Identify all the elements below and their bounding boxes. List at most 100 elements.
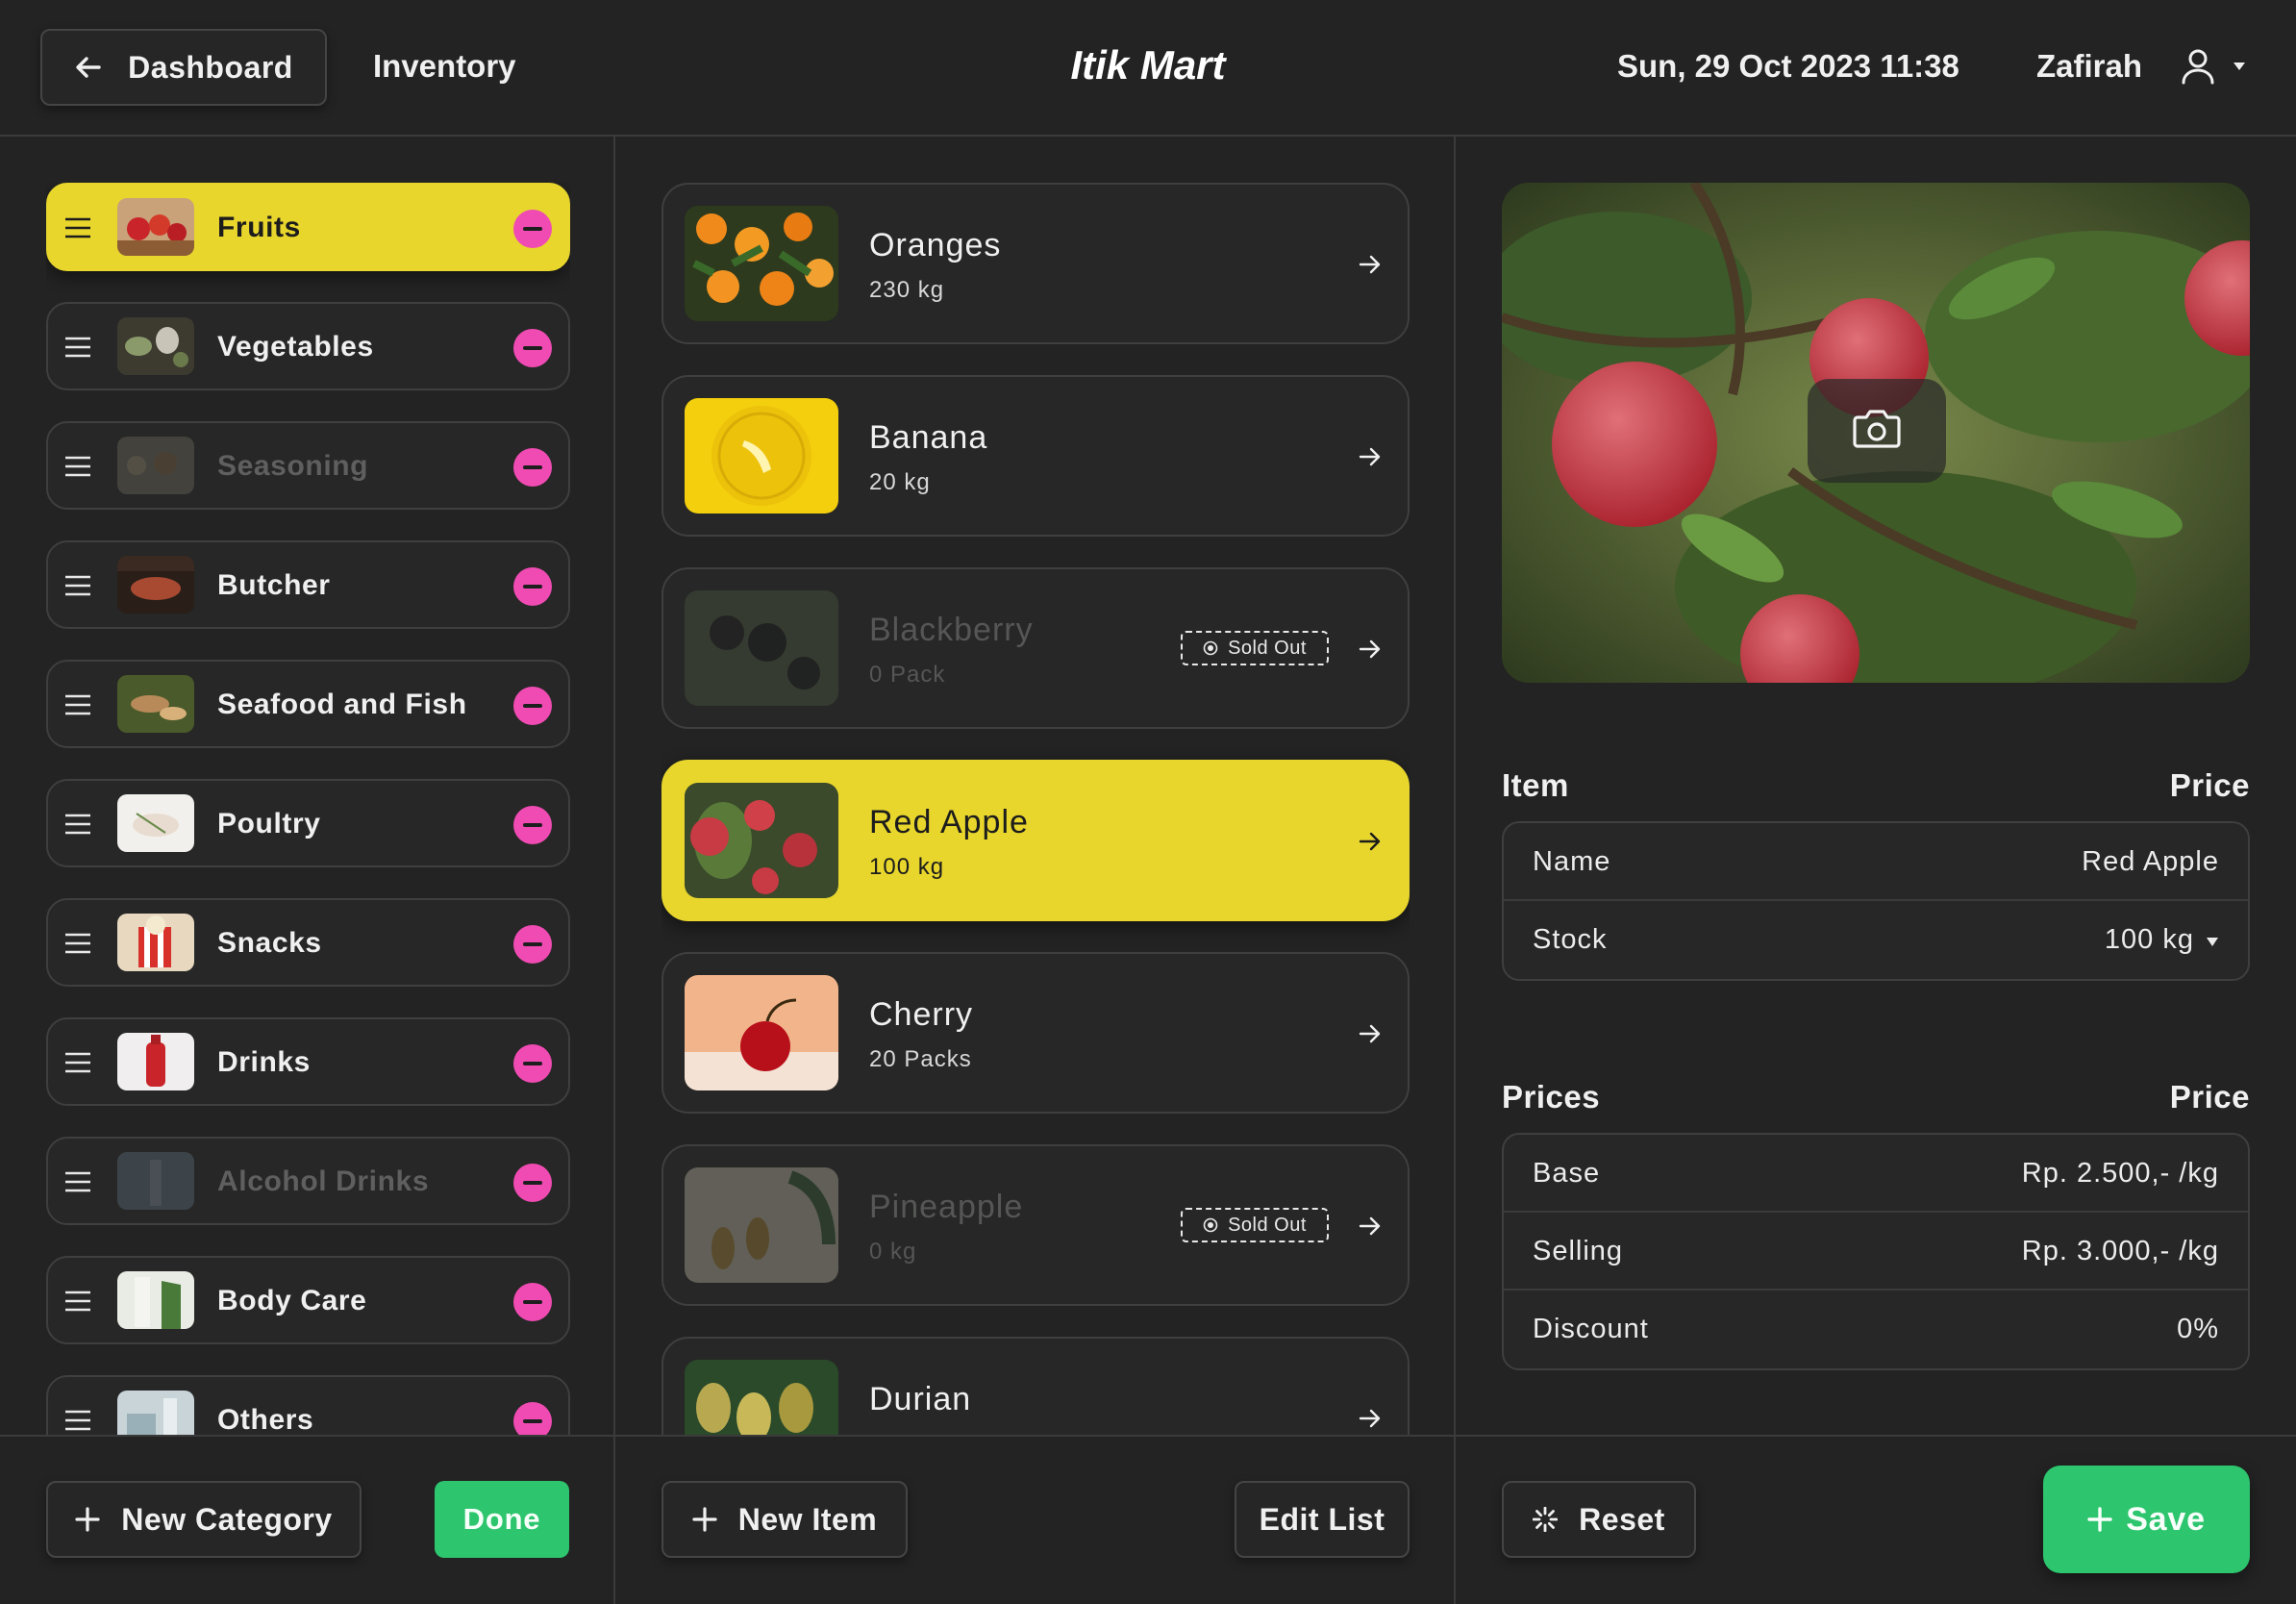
drag-handle-icon[interactable] — [65, 217, 90, 238]
item-card-oranges[interactable]: Oranges 230 kg — [661, 183, 1410, 344]
arrow-right-icon[interactable] — [1358, 1214, 1383, 1239]
remove-icon[interactable] — [513, 210, 552, 248]
item-quantity: 0 kg — [869, 1239, 917, 1265]
drag-handle-icon[interactable] — [65, 337, 90, 358]
name-value[interactable]: Red Apple — [2082, 846, 2219, 878]
discount-row[interactable]: Discount 0% — [1504, 1291, 2248, 1368]
base-price-value[interactable]: Rp. 2.500,- /kg — [2022, 1158, 2219, 1190]
category-item-fruits[interactable]: Fruits — [46, 183, 570, 271]
category-thumbnail — [117, 1152, 194, 1210]
done-button[interactable]: Done — [435, 1481, 569, 1558]
drag-handle-icon[interactable] — [65, 814, 90, 835]
arrow-right-icon[interactable] — [1358, 444, 1383, 469]
category-label: Seafood and Fish — [217, 689, 467, 720]
arrow-right-icon[interactable] — [1358, 1021, 1383, 1046]
selling-price-row[interactable]: Selling Rp. 3.000,- /kg — [1504, 1213, 2248, 1291]
prices-section-column-label: Price — [2169, 1079, 2250, 1115]
category-item-others[interactable]: Others — [46, 1375, 570, 1435]
category-label: Poultry — [217, 808, 321, 840]
change-photo-button[interactable] — [1808, 379, 1946, 483]
item-thumbnail — [685, 783, 838, 898]
new-item-label: New Item — [737, 1501, 878, 1537]
arrow-right-icon[interactable] — [1358, 252, 1383, 277]
arrow-right-icon[interactable] — [1358, 637, 1383, 662]
item-name: Cherry — [869, 996, 974, 1033]
category-thumbnail — [117, 317, 194, 375]
remove-icon[interactable] — [513, 687, 552, 725]
stock-row[interactable]: Stock 100 kg — [1504, 901, 2248, 979]
category-label: Body Care — [217, 1285, 367, 1316]
name-row[interactable]: Name Red Apple — [1504, 823, 2248, 901]
prices-table: Base Rp. 2.500,- /kg Selling Rp. 3.000,-… — [1502, 1133, 2250, 1370]
category-item-body-care[interactable]: Body Care — [46, 1256, 570, 1344]
drag-handle-icon[interactable] — [65, 1171, 90, 1192]
drag-handle-icon[interactable] — [65, 1410, 90, 1431]
user-icon[interactable] — [2181, 48, 2215, 85]
item-card-red-apple[interactable]: Red Apple 100 kg — [661, 760, 1410, 921]
category-label: Others — [217, 1404, 314, 1435]
category-item-poultry[interactable]: Poultry — [46, 779, 570, 867]
category-item-alcohol-drinks[interactable]: Alcohol Drinks — [46, 1137, 570, 1225]
remove-icon[interactable] — [513, 448, 552, 487]
drag-handle-icon[interactable] — [65, 1052, 90, 1073]
plus-icon — [692, 1507, 717, 1532]
remove-icon[interactable] — [513, 1402, 552, 1435]
stock-value[interactable]: 100 kg — [2105, 924, 2194, 956]
current-datetime: Sun, 29 Oct 2023 11:38 — [1617, 48, 1959, 84]
caret-down-icon[interactable] — [2231, 58, 2248, 75]
column-divider — [613, 137, 615, 1604]
base-price-row[interactable]: Base Rp. 2.500,- /kg — [1504, 1135, 2248, 1213]
remove-icon[interactable] — [513, 1283, 552, 1321]
item-card-pineapple[interactable]: Pineapple 0 kg Sold Out — [661, 1144, 1410, 1306]
arrow-right-icon[interactable] — [1358, 1406, 1383, 1431]
item-card-cherry[interactable]: Cherry 20 Packs — [661, 952, 1410, 1114]
stock-label: Stock — [1533, 924, 1608, 955]
category-label: Alcohol Drinks — [217, 1165, 430, 1197]
arrow-right-icon[interactable] — [1358, 829, 1383, 854]
remove-icon[interactable] — [513, 925, 552, 964]
remove-icon[interactable] — [513, 329, 552, 367]
user-name[interactable]: Zafirah — [2036, 48, 2142, 85]
item-thumbnail — [685, 398, 838, 514]
drag-handle-icon[interactable] — [65, 694, 90, 715]
category-item-drinks[interactable]: Drinks — [46, 1017, 570, 1106]
category-thumbnail — [117, 437, 194, 494]
category-thumbnail — [117, 914, 194, 971]
sold-out-badge: Sold Out — [1181, 631, 1329, 665]
category-thumbnail — [117, 1271, 194, 1329]
drag-handle-icon[interactable] — [65, 575, 90, 596]
category-label: Vegetables — [217, 331, 374, 363]
category-item-vegetables[interactable]: Vegetables — [46, 302, 570, 390]
category-thumbnail — [117, 1391, 194, 1435]
item-thumbnail — [685, 1360, 838, 1435]
drag-handle-icon[interactable] — [65, 1291, 90, 1312]
new-category-button[interactable]: New Category — [46, 1481, 362, 1558]
selling-price-value[interactable]: Rp. 3.000,- /kg — [2022, 1236, 2219, 1267]
item-card-durian[interactable]: Durian — [661, 1337, 1410, 1435]
edit-list-button[interactable]: Edit List — [1235, 1481, 1410, 1558]
category-item-seafood-and-fish[interactable]: Seafood and Fish — [46, 660, 570, 748]
remove-icon[interactable] — [513, 806, 552, 844]
remove-icon[interactable] — [513, 1164, 552, 1202]
remove-icon[interactable] — [513, 1044, 552, 1083]
caret-down-icon[interactable] — [2206, 936, 2219, 947]
remove-icon[interactable] — [513, 567, 552, 606]
save-button[interactable]: Save — [2043, 1466, 2250, 1573]
category-item-snacks[interactable]: Snacks — [46, 898, 570, 987]
new-item-button[interactable]: New Item — [661, 1481, 908, 1558]
category-item-seasoning[interactable]: Seasoning — [46, 421, 570, 510]
drag-handle-icon[interactable] — [65, 933, 90, 954]
drag-handle-icon[interactable] — [65, 456, 90, 477]
item-quantity: 20 Packs — [869, 1046, 972, 1072]
category-thumbnail — [117, 675, 194, 733]
reset-button[interactable]: Reset — [1502, 1481, 1696, 1558]
category-item-butcher[interactable]: Butcher — [46, 540, 570, 629]
column-divider — [1454, 1435, 1456, 1604]
item-card-blackberry[interactable]: Blackberry 0 Pack Sold Out — [661, 567, 1410, 729]
discount-value[interactable]: 0% — [2177, 1314, 2219, 1345]
item-card-banana[interactable]: Banana 20 kg — [661, 375, 1410, 537]
item-name: Pineapple — [869, 1189, 1024, 1225]
item-section-column-label: Price — [2169, 767, 2250, 803]
category-list: Fruits Vegetables Seasoning Butcher Seaf… — [46, 183, 570, 1435]
column-divider — [613, 1435, 615, 1604]
